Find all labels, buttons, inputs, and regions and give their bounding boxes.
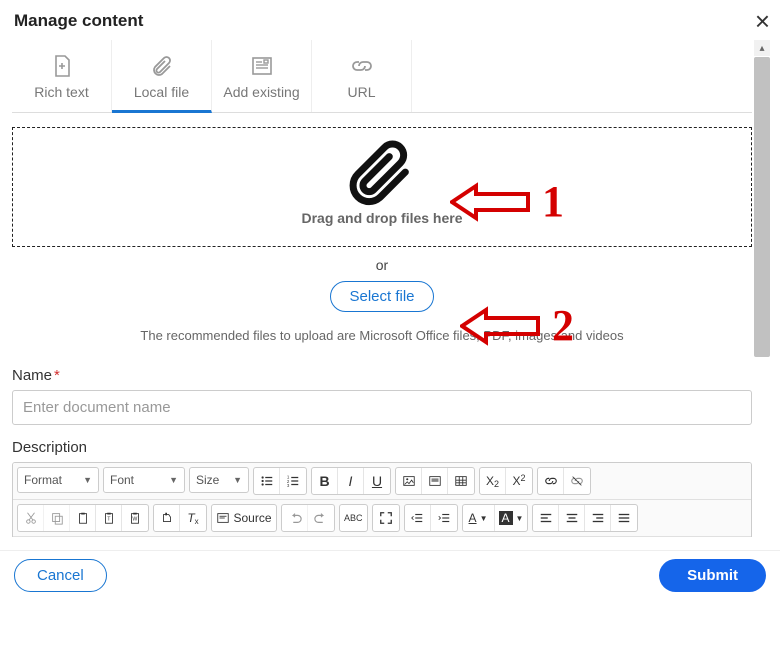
link-button[interactable] [538,468,564,494]
align-justify-button[interactable] [611,505,637,531]
file-dropzone[interactable]: Drag and drop files here [12,127,752,247]
format-group: B I U [311,467,391,495]
chevron-down-icon: ▼ [83,475,92,485]
align-right-button[interactable] [585,505,611,531]
close-icon[interactable]: × [755,8,770,34]
source-group: Source [211,504,277,532]
upload-hint: The recommended files to upload are Micr… [12,328,752,343]
tab-label: URL [347,84,375,100]
chevron-down-icon: ▼ [169,475,178,485]
list-group: 123 [253,467,307,495]
document-plus-icon [48,54,76,78]
superscript-button[interactable]: X2 [506,468,532,494]
description-label: Description [12,439,752,456]
svg-text:T: T [107,517,111,523]
maximize-button[interactable] [373,505,399,531]
paperclip-large-icon [347,140,417,210]
tab-url[interactable]: URL [312,40,412,112]
bold-button[interactable]: B [312,468,338,494]
tab-label: Local file [134,84,189,100]
content-type-tabs: Rich text Local file Add existing URL [12,40,752,113]
name-input[interactable] [12,390,752,425]
font-select[interactable]: Font▼ [103,467,185,493]
table-button[interactable] [448,468,474,494]
dialog-body: Rich text Local file Add existing URL [10,40,770,600]
chevron-down-icon: ▼ [516,514,524,523]
newspaper-icon [248,54,276,78]
scrollbar[interactable]: ▴ ▾ [754,40,770,600]
tab-label: Add existing [223,84,299,100]
undo-button[interactable] [282,505,308,531]
editor-toolbar-row-2: T W Tx Source ABC [13,500,751,537]
redo-button[interactable] [308,505,334,531]
source-button[interactable]: Source [212,505,276,531]
media-group [395,467,475,495]
spell-group: ABC [339,504,368,532]
outdent-button[interactable] [405,505,431,531]
link-group [537,467,591,495]
or-label: or [12,257,752,273]
tab-label: Rich text [34,84,88,100]
scroll-thumb[interactable] [754,57,770,357]
embed-button[interactable] [422,468,448,494]
name-label-text: Name [12,367,52,384]
unlink-button[interactable] [564,468,590,494]
align-left-button[interactable] [533,505,559,531]
link-icon [348,54,376,78]
manage-content-dialog: Manage content × Rich text Local file Ad… [0,0,780,600]
text-color-button[interactable]: A▼ [463,505,495,531]
dialog-title: Manage content [14,11,143,31]
paste-word-button[interactable]: W [122,505,148,531]
dropzone-label: Drag and drop files here [301,210,462,226]
paperclip-icon [148,54,176,78]
clear-group: Tx [153,504,207,532]
image-button[interactable] [396,468,422,494]
clipboard-group: T W [17,504,149,532]
chevron-down-icon: ▼ [233,475,242,485]
svg-text:3: 3 [287,483,290,488]
bg-color-button[interactable]: A▼ [495,505,528,531]
svg-text:W: W [132,517,137,523]
name-label: Name* [12,367,752,384]
paste-button[interactable] [70,505,96,531]
indent-button[interactable] [431,505,457,531]
indent-group [404,504,458,532]
tab-add-existing[interactable]: Add existing [212,40,312,112]
cancel-button[interactable]: Cancel [14,559,107,592]
spellcheck-button[interactable]: ABC [340,505,367,531]
select-file-row: Select file [12,281,752,312]
format-select[interactable]: Format▼ [17,467,99,493]
remove-format-button[interactable]: Tx [180,505,206,531]
cut-button[interactable] [18,505,44,531]
bullet-list-button[interactable] [254,468,280,494]
subscript-button[interactable]: X2 [480,468,506,494]
submit-button[interactable]: Submit [659,559,766,592]
content-area: Rich text Local file Add existing URL [10,40,770,537]
align-center-button[interactable] [559,505,585,531]
tab-rich-text[interactable]: Rich text [12,40,112,112]
color-group: A▼ A▼ [462,504,529,532]
rich-text-editor: Format▼ Font▼ Size▼ 123 B I U [12,462,752,537]
maximize-group [372,504,400,532]
script-group: X2 X2 [479,467,533,495]
tab-local-file[interactable]: Local file [112,40,212,113]
scroll-up-icon[interactable]: ▴ [754,40,770,56]
copy-formatting-button[interactable] [154,505,180,531]
size-select[interactable]: Size▼ [189,467,249,493]
numbered-list-button[interactable]: 123 [280,468,306,494]
history-group [281,504,335,532]
underline-button[interactable]: U [364,468,390,494]
paste-text-button[interactable]: T [96,505,122,531]
chevron-down-icon: ▼ [480,514,488,523]
required-indicator: * [54,367,60,384]
select-file-button[interactable]: Select file [330,281,433,312]
copy-button[interactable] [44,505,70,531]
dialog-footer: Cancel Submit [0,550,780,600]
dialog-header: Manage content × [10,6,770,40]
italic-button[interactable]: I [338,468,364,494]
editor-toolbar-row-1: Format▼ Font▼ Size▼ 123 B I U [13,463,751,500]
align-group [532,504,638,532]
